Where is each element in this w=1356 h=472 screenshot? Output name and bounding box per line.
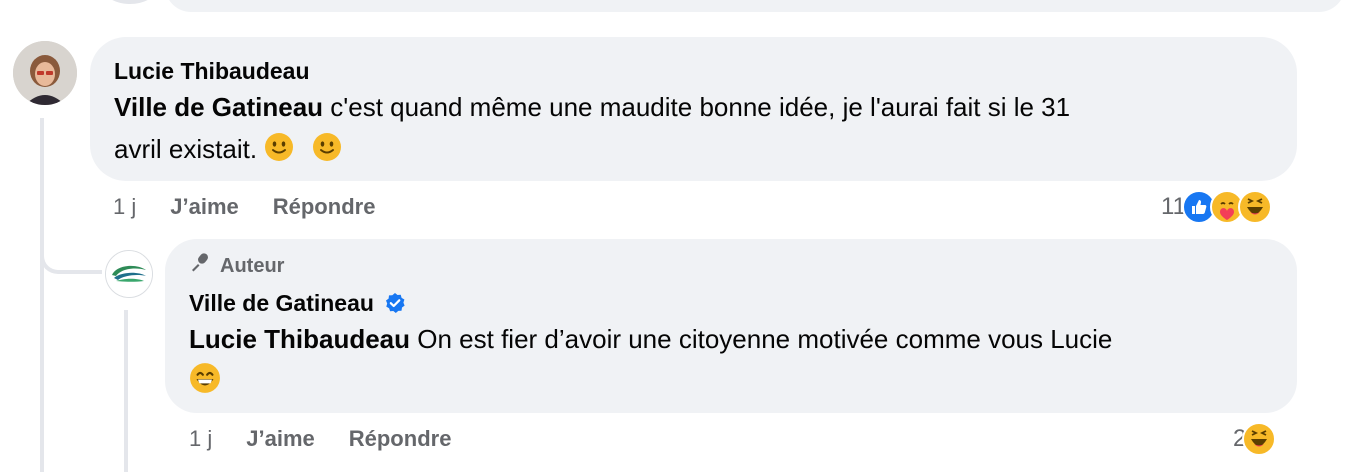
comment-timestamp[interactable]: 1 j: [189, 426, 212, 452]
reaction-summary[interactable]: 2: [1233, 422, 1277, 456]
comment-actions: 1 j J’aime Répondre: [113, 194, 375, 220]
previous-avatar: [104, 0, 156, 4]
ville-de-gatineau-logo: [106, 251, 152, 297]
verified-badge-icon: [384, 292, 406, 320]
haha-reaction-icon: [1242, 422, 1277, 456]
avatar[interactable]: [13, 41, 77, 105]
mention-link[interactable]: Lucie Thibaudeau: [189, 324, 410, 354]
comment-text-continued: avril existait.: [114, 128, 342, 174]
mention-link[interactable]: Ville de Gatineau: [114, 92, 323, 122]
previous-comment-bubble: [165, 0, 1345, 12]
like-button[interactable]: J’aime: [170, 194, 239, 220]
reaction-summary[interactable]: 11: [1161, 190, 1272, 224]
comment-timestamp[interactable]: 1 j: [113, 194, 136, 220]
thread-branch-line: [40, 230, 102, 274]
reply-button[interactable]: Répondre: [349, 426, 452, 452]
reply-author-name[interactable]: Ville de Gatineau: [189, 290, 374, 316]
reply-text: Lucie Thibaudeau On est fier d’avoir une…: [189, 318, 1284, 360]
comment-text-line-1: c'est quand même une maudite bonne idée,…: [323, 92, 1071, 122]
comment-author: Ville de Gatineau: [189, 289, 406, 320]
comment-bubble: Lucie Thibaudeau Ville de Gatineau c'est…: [90, 37, 1297, 181]
reply-actions: 1 j J’aime Répondre: [189, 426, 451, 452]
slightly-smiling-face-icon: [312, 132, 342, 174]
reply-text-line-1: On est fier d’avoir une citoyenne motivé…: [410, 324, 1113, 354]
grinning-face-with-smiling-eyes-icon: [189, 362, 221, 406]
author-badge-label: Auteur: [220, 254, 285, 277]
comment-author[interactable]: Lucie Thibaudeau: [114, 57, 310, 85]
thread-line: [40, 118, 44, 472]
comment-text-line-2: avril existait.: [114, 134, 265, 164]
author-badge: Auteur: [188, 251, 285, 281]
avatar[interactable]: [105, 250, 153, 298]
slightly-smiling-face-icon: [264, 132, 294, 174]
haha-reaction-icon: [1237, 190, 1272, 224]
profile-photo: [13, 41, 77, 105]
like-button[interactable]: J’aime: [246, 426, 315, 452]
reply-button[interactable]: Répondre: [273, 194, 376, 220]
reply-thread-line: [124, 310, 128, 472]
comment-text: Ville de Gatineau c'est quand même une m…: [114, 86, 1274, 128]
reply-emoji-line: [189, 360, 221, 406]
comment-thread: Lucie Thibaudeau Ville de Gatineau c'est…: [0, 0, 1356, 472]
microphone-icon: [188, 251, 212, 281]
